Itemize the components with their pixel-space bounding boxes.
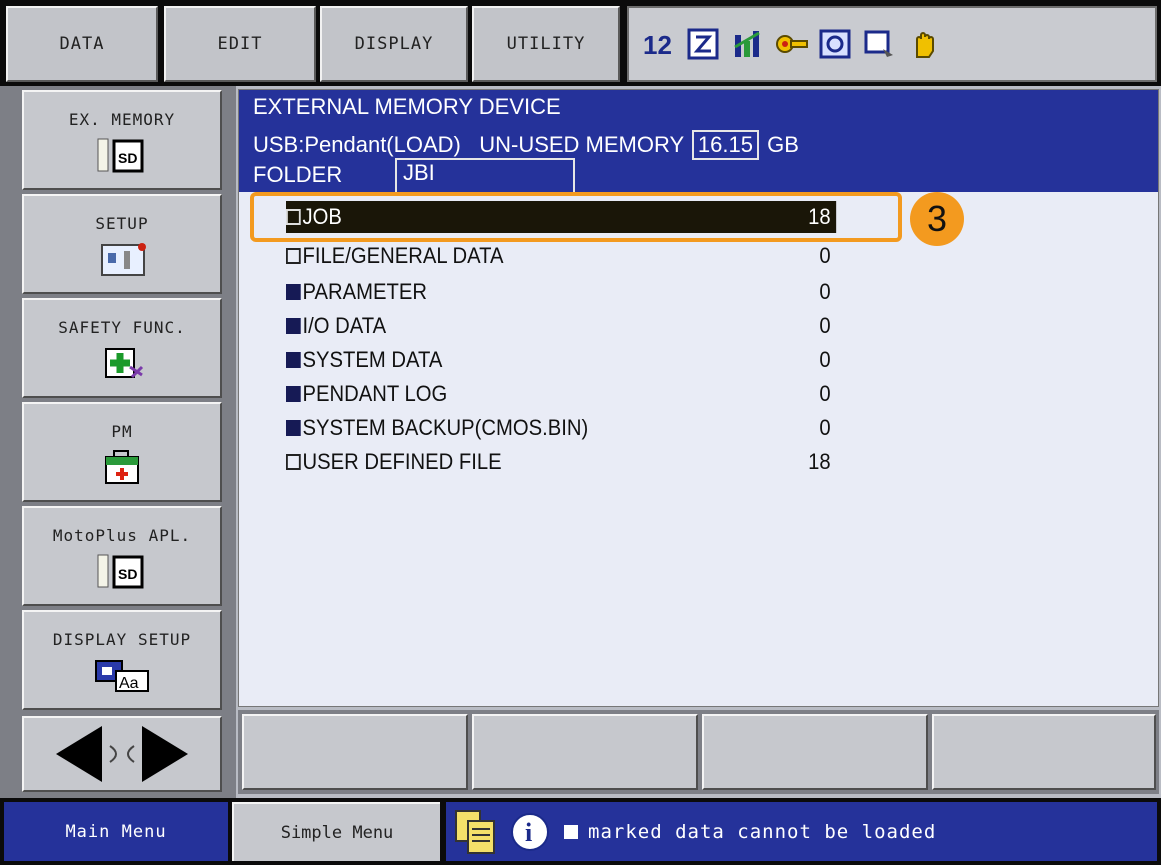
menu-data-button[interactable]: DATA — [6, 6, 158, 82]
side-display-setup-button[interactable]: DISPLAY SETUP Aa — [22, 610, 222, 710]
marked-square-icon — [564, 824, 578, 839]
menu-utility-button[interactable]: UTILITY — [472, 6, 620, 82]
numbers-icon: 12 — [643, 27, 677, 61]
checkbox-icon[interactable] — [286, 454, 301, 470]
side-safety-func-button[interactable]: SAFETY FUNC. — [22, 298, 222, 398]
folder-field[interactable]: JBI — [395, 158, 575, 194]
sd-card-icon: SD — [97, 554, 144, 589]
svg-text:Aa: Aa — [119, 675, 139, 692]
simple-menu-button[interactable]: Simple Menu — [232, 802, 440, 861]
screen-icon — [863, 27, 897, 61]
key-icon — [775, 27, 809, 61]
side-motoplus-button[interactable]: MotoPlus APL. SD — [22, 506, 222, 606]
side-ex-memory-label: EX. MEMORY — [68, 110, 176, 129]
checkbox-marked-icon[interactable] — [286, 318, 301, 334]
device-label: USB:Pendant(LOAD) — [253, 132, 461, 157]
list-item-system-data[interactable]: SYSTEM DATA 0 — [286, 344, 836, 376]
soft-key-3[interactable] — [702, 714, 928, 790]
display-setup-icon: Aa — [95, 660, 149, 692]
step-number-badge: 3 — [910, 192, 964, 246]
unused-memory-label: UN-USED MEMORY — [479, 132, 684, 157]
unused-memory-value: 16.15 — [691, 130, 759, 160]
status-icon-bar: 12 — [627, 6, 1157, 82]
camera-icon — [819, 27, 853, 61]
side-setup-button[interactable]: SETUP — [22, 194, 222, 294]
copy-files-icon — [455, 809, 495, 854]
soft-key-bar — [238, 710, 1159, 794]
chart-icon — [731, 27, 765, 61]
top-menu-bar: DATA EDIT DISPLAY UTILITY 12 — [0, 0, 1161, 86]
side-menu: EX. MEMORY SD SETUP SAFETY FUNC. PM Moto… — [0, 86, 236, 798]
device-info: USB:Pendant(LOAD) UN-USED MEMORY 16.15 G… — [253, 130, 799, 160]
checkbox-marked-icon[interactable] — [286, 420, 301, 436]
page-nav-button[interactable] — [22, 716, 222, 792]
main-menu-button[interactable]: Main Menu — [4, 802, 228, 861]
bottom-bar: Main Menu Simple Menu i marked data cann… — [0, 798, 1161, 865]
hand-icon — [907, 27, 941, 61]
sd-card-icon: SD — [97, 138, 144, 173]
side-ex-memory-button[interactable]: EX. MEMORY SD — [22, 90, 222, 190]
list-item-system-backup[interactable]: SYSTEM BACKUP(CMOS.BIN) 0 — [286, 412, 836, 444]
message-area: i marked data cannot be loaded — [446, 802, 1157, 861]
soft-key-1[interactable] — [242, 714, 468, 790]
checkbox-icon[interactable] — [286, 248, 301, 264]
list-item-pendant-log[interactable]: PENDANT LOG 0 — [286, 378, 836, 410]
svg-text:SD: SD — [118, 150, 137, 166]
folder-label: FOLDER — [253, 162, 343, 187]
checkbox-marked-icon[interactable] — [286, 352, 301, 368]
info-icon[interactable]: i — [508, 810, 552, 854]
nav-arrows-icon — [56, 726, 188, 782]
checkbox-marked-icon[interactable] — [286, 386, 301, 402]
svg-text:12: 12 — [643, 30, 672, 60]
side-pm-button[interactable]: PM — [22, 402, 222, 502]
svg-text:SD: SD — [118, 566, 137, 582]
content-header: EXTERNAL MEMORY DEVICE USB:Pendant(LOAD)… — [239, 90, 1158, 194]
edit-mode-icon — [687, 27, 721, 61]
side-display-setup-label: DISPLAY SETUP — [52, 630, 192, 649]
highlight-outline — [250, 192, 902, 242]
unused-memory-unit: GB — [767, 132, 799, 157]
side-setup-label: SETUP — [95, 214, 149, 233]
checkbox-marked-icon[interactable] — [286, 284, 301, 300]
list-item-user-defined-file[interactable]: USER DEFINED FILE 18 — [286, 446, 836, 478]
menu-display-button[interactable]: DISPLAY — [320, 6, 468, 82]
setup-icon — [101, 243, 146, 276]
svg-text:i: i — [525, 818, 532, 847]
menu-edit-button[interactable]: EDIT — [164, 6, 316, 82]
side-safety-func-label: SAFETY FUNC. — [58, 318, 186, 337]
soft-key-4[interactable] — [932, 714, 1156, 790]
pendant-screen: DATA EDIT DISPLAY UTILITY 12 EX. MEMORY … — [0, 0, 1161, 865]
side-motoplus-label: MotoPlus APL. — [52, 526, 192, 545]
page-title: EXTERNAL MEMORY DEVICE — [253, 94, 561, 119]
list-item-file-general-data[interactable]: FILE/GENERAL DATA 0 — [286, 240, 836, 272]
status-message: marked data cannot be loaded — [588, 820, 937, 843]
soft-key-2[interactable] — [472, 714, 698, 790]
list-item-parameter[interactable]: PARAMETER 0 — [286, 276, 836, 308]
safety-icon — [105, 348, 144, 379]
list-item-io-data[interactable]: I/O DATA 0 — [286, 310, 836, 342]
side-pm-label: PM — [111, 422, 133, 441]
first-aid-icon — [105, 450, 139, 484]
